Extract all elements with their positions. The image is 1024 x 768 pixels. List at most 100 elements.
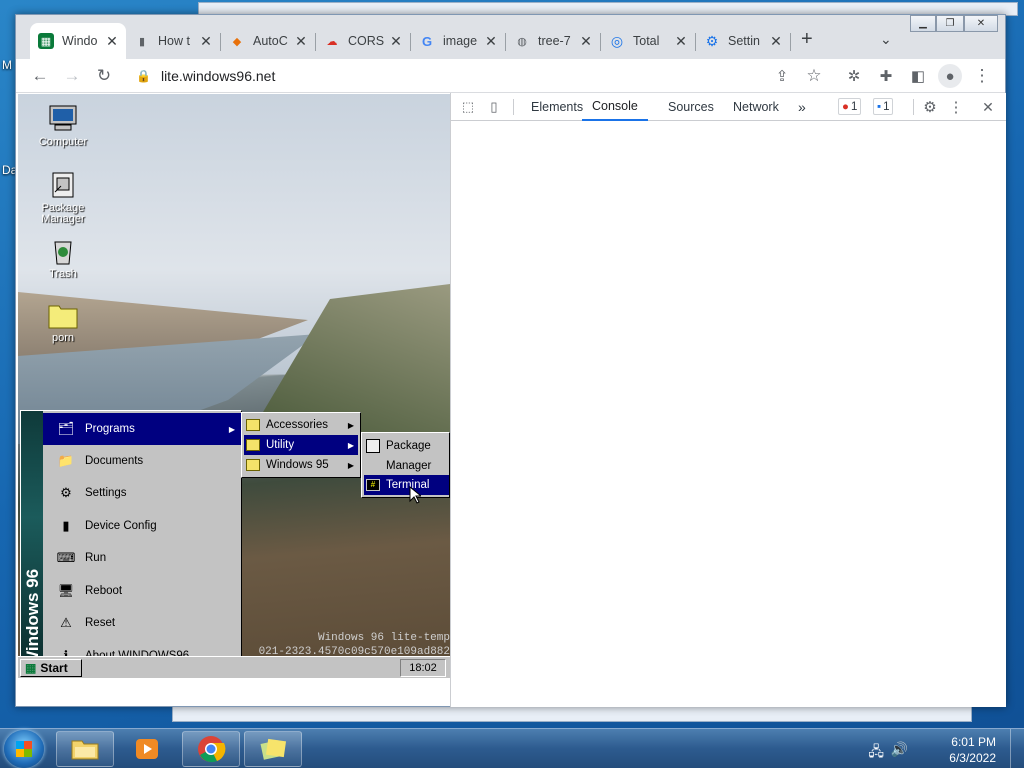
submenu-item-terminal[interactable]: # Terminal — [364, 475, 449, 495]
start-menu-banner: Windows 96 — [21, 411, 43, 677]
devtools-tab-elements[interactable]: Elements — [531, 93, 583, 121]
tray-time: 6:01 PM — [951, 735, 996, 749]
close-window-button[interactable]: ✕ — [964, 15, 998, 32]
media-player-icon — [136, 739, 158, 759]
error-count-badge[interactable]: ● 1 — [838, 98, 862, 115]
devtools-tab-network[interactable]: Network — [733, 93, 779, 121]
submenu-item-utility[interactable]: Utility ▶ — [244, 435, 358, 455]
network-icon[interactable]: 🖧 — [868, 741, 884, 765]
tab-autocomplete[interactable]: ◆ AutoC ✕ — [221, 23, 315, 59]
back-arrow-icon[interactable]: ← — [28, 64, 52, 88]
desktop-icon-folder[interactable]: porn — [28, 300, 98, 344]
start-item-reset[interactable]: ⚠ Reset — [43, 607, 241, 639]
close-tab-icon[interactable]: ✕ — [104, 33, 120, 50]
share-icon[interactable]: ⇪ — [770, 64, 794, 88]
restore-button[interactable]: ❐ — [936, 15, 964, 32]
tab-tree[interactable]: ◍ tree-7 ✕ — [506, 23, 600, 59]
start-item-programs[interactable]: 🗂 Programs ▶ — [43, 413, 241, 445]
inspect-element-icon[interactable]: ⬚ — [459, 98, 477, 116]
profile-avatar-icon[interactable]: ● — [938, 64, 962, 88]
message-count-badge[interactable]: ▪ 1 — [873, 98, 894, 115]
submenu-item-label: Terminal — [386, 479, 430, 491]
tab-settings[interactable]: ⚙ Settin ✕ — [696, 23, 790, 59]
devtools-settings-gear-icon[interactable]: ⚙ — [921, 98, 939, 116]
globe-icon: ◍ — [517, 35, 527, 48]
tab-title: How t — [158, 34, 190, 48]
win96-clock[interactable]: 18:02 — [400, 659, 446, 677]
start-item-label: Documents — [85, 455, 144, 467]
tray-clock[interactable]: 6:01 PM 6/3/2022 — [949, 734, 996, 766]
error-count: 1 — [850, 100, 858, 113]
taskbar-media-player[interactable] — [118, 731, 176, 767]
browser-toolbar: ← → ↻ 🔒 lite.windows96.net ⇪ ☆ ✲ ✚ ◧ ● ⋮ — [16, 59, 1005, 93]
desktop-icon-computer[interactable]: Computer — [28, 104, 98, 148]
start-item-documents[interactable]: 📁 Documents — [43, 445, 241, 477]
devtools-tab-sources[interactable]: Sources — [668, 93, 714, 121]
desktop-icon-trash[interactable]: Trash — [28, 236, 98, 280]
menu-kebab-icon[interactable]: ⋮ — [970, 64, 994, 88]
start-item-settings[interactable]: ⚙ Settings — [43, 477, 241, 509]
taskbar-file-explorer[interactable] — [56, 731, 114, 767]
start-menu-brand: Windows 96 — [23, 568, 42, 667]
submenu-arrow-icon: ▶ — [228, 424, 235, 434]
console-output[interactable] — [451, 121, 1006, 707]
tab-how-to[interactable]: ▮ How t ✕ — [126, 23, 220, 59]
submenu-item-windows95[interactable]: Windows 95 ▶ — [244, 455, 358, 475]
devtools-close-icon[interactable]: ✕ — [981, 98, 995, 116]
submenu-item-package-manager[interactable]: Package Manager — [364, 435, 449, 475]
start-item-run[interactable]: ⌨ Run — [43, 542, 241, 574]
close-tab-icon[interactable]: ✕ — [673, 33, 689, 50]
tab-image[interactable]: G image ✕ — [411, 23, 505, 59]
desktop-icon-package-manager[interactable]: Package Manager — [28, 170, 98, 225]
taskbar-chrome[interactable] — [182, 731, 240, 767]
tab-cors[interactable]: ☁ CORS ✕ — [316, 23, 410, 59]
taskbar-sticky-notes[interactable] — [244, 731, 302, 767]
start-item-device-config[interactable]: ▮ Device Config — [43, 510, 241, 542]
tab-search-chevron-icon[interactable]: ⌄ — [880, 31, 892, 48]
close-tab-icon[interactable]: ✕ — [293, 33, 309, 50]
lock-icon[interactable]: 🔒 — [136, 69, 151, 83]
minimize-button[interactable]: ▁ — [910, 15, 936, 32]
volume-icon[interactable]: 🔊 — [891, 741, 908, 758]
devtools-tab-console[interactable]: Console — [582, 93, 648, 121]
close-tab-icon[interactable]: ✕ — [578, 33, 594, 50]
tab-windows96[interactable]: ▦ Windo ✕ — [30, 23, 126, 59]
start-item-label: Device Config — [85, 520, 157, 532]
show-desktop-button[interactable] — [1010, 729, 1024, 768]
submenu-item-label: Utility — [266, 439, 295, 451]
windows-start-orb[interactable] — [4, 730, 44, 768]
submenu-item-accessories[interactable]: Accessories ▶ — [244, 415, 358, 435]
desktop-label-1[interactable]: M — [2, 58, 12, 72]
tab-title: Settin — [728, 34, 760, 48]
separator — [913, 99, 914, 115]
start-item-reboot[interactable]: 🖥 Reboot — [43, 575, 241, 607]
devtools-menu-kebab-icon[interactable]: ⋮ — [949, 98, 964, 116]
close-tab-icon[interactable]: ✕ — [198, 33, 214, 50]
desktop-icon-label: Computer — [38, 136, 88, 148]
programs-icon: 🗂 — [57, 421, 75, 436]
tab-total[interactable]: ◎ Total ✕ — [601, 23, 695, 59]
device-toolbar-icon[interactable]: ▯ — [485, 98, 503, 116]
submenu-item-label: Package Manager — [386, 440, 432, 472]
more-tabs-chevron-icon[interactable]: » — [798, 93, 806, 121]
reload-icon[interactable]: ↻ — [92, 64, 116, 88]
extensions-puzzle-icon[interactable]: ✚ — [874, 64, 898, 88]
folder-icon — [71, 740, 99, 760]
close-tab-icon[interactable]: ✕ — [768, 33, 784, 50]
utility-submenu: Package Manager # Terminal — [361, 432, 450, 498]
side-panel-icon[interactable]: ◧ — [906, 64, 930, 88]
desktop-icon-label: Trash — [49, 268, 77, 280]
close-tab-icon[interactable]: ✕ — [483, 33, 499, 50]
new-tab-button[interactable]: + — [801, 29, 813, 49]
trash-icon — [47, 236, 79, 266]
separator — [513, 99, 514, 115]
url-text[interactable]: lite.windows96.net — [161, 68, 275, 84]
address-bar[interactable]: 🔒 lite.windows96.net — [128, 62, 828, 90]
start-button[interactable]: ▦ Start — [20, 659, 82, 677]
tab-title: Total — [633, 34, 660, 48]
extension-bug-icon[interactable]: ✲ — [842, 64, 866, 88]
forward-arrow-icon[interactable]: → — [60, 64, 84, 88]
close-tab-icon[interactable]: ✕ — [388, 33, 404, 50]
windows96-logo-icon: ▦ — [25, 661, 37, 675]
bookmark-star-icon[interactable]: ☆ — [802, 64, 826, 88]
